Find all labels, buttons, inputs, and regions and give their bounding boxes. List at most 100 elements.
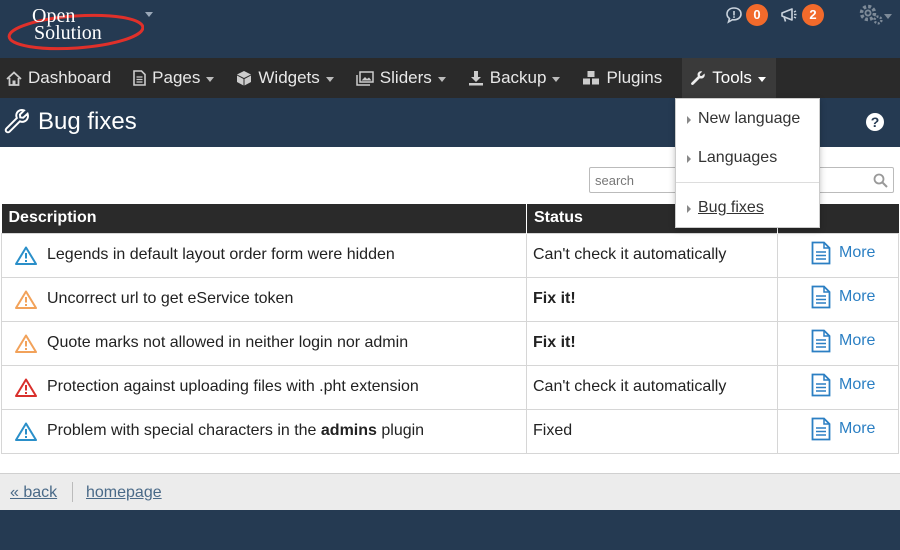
nav-tools[interactable]: Tools [682,58,776,98]
download-icon [468,71,483,86]
table-row: Problem with special characters in the a… [1,408,899,454]
help-icon[interactable]: ? [866,113,884,131]
document-icon [811,373,831,396]
logo-text-line2: Solution [34,22,102,44]
cube-icon [237,71,252,86]
comment-icon [726,7,742,24]
wrench-icon [691,71,705,85]
table-row: Protection against uploading files with … [1,364,899,410]
warning-icon [15,290,37,309]
settings-gear-icon[interactable] [858,3,884,27]
more-link-label: More [839,287,876,305]
homepage-link[interactable]: homepage [86,484,162,502]
warning-icon [15,246,37,265]
more-cell: More [777,276,899,322]
document-icon [811,241,831,264]
nav-backup[interactable]: Backup [466,58,571,98]
more-link-label: More [839,331,876,349]
document-icon [811,329,831,352]
nav-widgets[interactable]: Widgets [234,58,343,98]
more-cell: More [777,408,899,454]
table-row: Legends in default layout order form wer… [1,232,899,278]
nav-tools-caret-icon [757,76,766,82]
description-cell: Protection against uploading files with … [1,364,527,410]
nav-sliders-label: Sliders [379,68,432,87]
home-icon [6,70,22,86]
nav-dashboard[interactable]: Dashboard [4,58,121,98]
more-link-label: More [839,419,876,437]
cubes-icon [583,71,600,85]
menu-item-new-language[interactable]: New language [676,110,819,128]
nav-tools-label: Tools [712,68,752,87]
images-icon [356,70,374,86]
nav-backup-caret-icon [552,76,561,82]
column-header-description[interactable]: Description [1,204,527,233]
more-link[interactable]: More [811,417,875,441]
nav-sliders[interactable]: Sliders [354,58,456,98]
description-text: Legends in default layout order form wer… [47,246,395,263]
status-cell: Can't check it automatically [526,364,778,410]
description-text: Quote marks not allowed in neither login… [47,334,409,351]
alerts-notification[interactable]: 2 [779,4,824,26]
nav-pages-caret-icon [206,76,215,82]
more-cell: More [777,364,899,410]
nav-dashboard-label: Dashboard [28,68,112,87]
status-cell: Fixed [526,408,778,454]
menu-divider [676,182,819,183]
alerts-count-badge: 2 [802,4,824,26]
more-cell: More [777,232,899,278]
open-solution-logo[interactable]: Open Solution [4,2,144,54]
nav-widgets-caret-icon [325,76,334,82]
nav-backup-label: Backup [489,68,547,87]
top-bar: Open Solution 0 2 [0,0,900,58]
more-link[interactable]: More [811,329,875,353]
nav-plugins[interactable]: Plugins [580,58,672,98]
page-title: Bug fixes [38,108,137,135]
messages-count-badge: 0 [746,4,768,26]
settings-caret-icon[interactable] [884,14,892,19]
description-cell: Legends in default layout order form wer… [1,232,527,278]
table-row: Quote marks not allowed in neither login… [1,320,899,366]
nav-widgets-label: Widgets [258,68,320,87]
more-link[interactable]: More [811,285,875,309]
more-link-label: More [839,243,876,261]
more-link[interactable]: More [811,373,875,397]
description-cell: Quote marks not allowed in neither login… [1,320,527,366]
nav-plugins-label: Plugins [606,68,663,87]
more-link[interactable]: More [811,241,875,265]
more-cell: More [777,320,899,366]
main-nav: Dashboard Pages Widgets Sliders Backup P… [0,58,900,98]
footer: « back homepage [0,473,900,510]
messages-notification[interactable]: 0 [725,4,768,26]
description-cell: Uncorrect url to get eService token [1,276,527,322]
logo-caret-icon[interactable] [145,12,153,17]
warning-icon [15,334,37,353]
menu-item-languages[interactable]: Languages [676,149,819,167]
nav-pages[interactable]: Pages [131,58,224,98]
more-link-label: More [839,375,876,393]
description-text: Protection against uploading files with … [47,378,419,395]
document-icon [811,285,831,308]
footer-divider [72,482,73,502]
bullhorn-icon [781,8,797,22]
status-cell: Can't check it automatically [526,232,778,278]
status-cell[interactable]: Fix it! [526,320,778,366]
menu-item-bug-fixes[interactable]: Bug fixes [676,199,819,217]
warning-icon [15,422,37,441]
document-icon [811,417,831,440]
tools-dropdown-menu: New language Languages Bug fixes [675,98,820,228]
description-text: Uncorrect url to get eService token [47,290,294,307]
status-cell[interactable]: Fix it! [526,276,778,322]
warning-icon [15,378,37,397]
back-link[interactable]: « back [10,484,57,502]
bug-fixes-table: Description Status Legends in default la… [1,204,899,454]
nav-pages-label: Pages [152,68,201,87]
description-text: Problem with special characters in the a… [47,422,425,439]
search-icon[interactable] [873,173,888,188]
nav-sliders-caret-icon [437,76,446,82]
bottom-bar [0,510,900,550]
table-row: Uncorrect url to get eService token Fix … [1,276,899,322]
description-cell: Problem with special characters in the a… [1,408,527,454]
wrench-icon [4,109,29,134]
file-icon [133,70,146,86]
